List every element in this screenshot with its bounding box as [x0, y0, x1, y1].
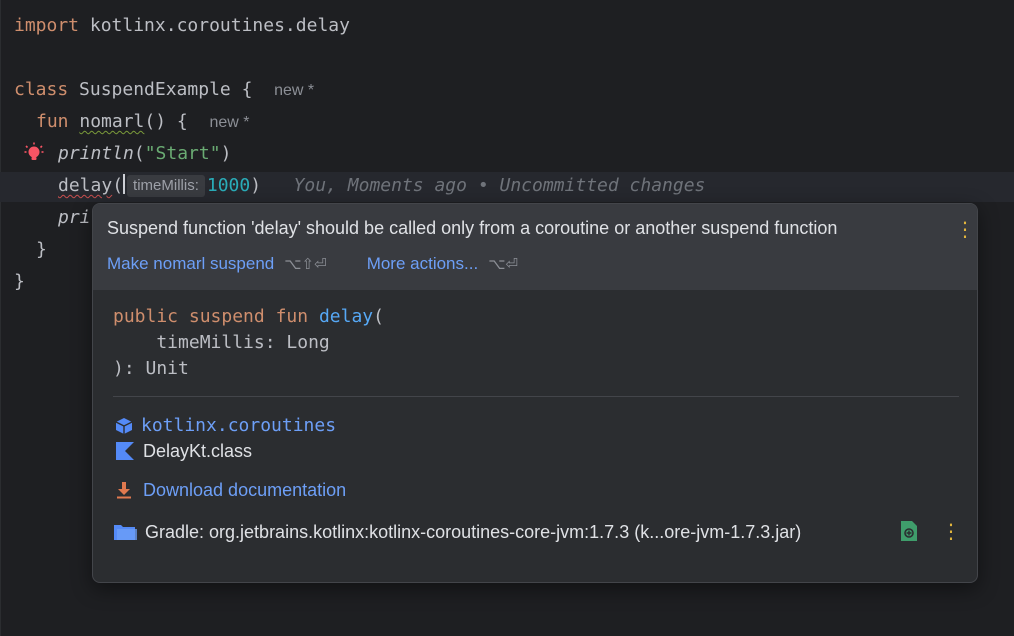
- function-name[interactable]: nomarl: [79, 111, 144, 132]
- section-divider: [113, 396, 959, 397]
- keyword: import: [14, 15, 80, 36]
- text-caret: [123, 174, 126, 194]
- make-suspend-action[interactable]: Make nomarl suspend: [107, 254, 274, 273]
- code-line-println[interactable]: println("Start"): [58, 140, 231, 168]
- more-actions-link[interactable]: More actions...: [367, 254, 479, 273]
- number-literal: 1000: [206, 175, 251, 196]
- function-call-error[interactable]: delay: [58, 175, 112, 196]
- class-file-name: DelayKt.class: [143, 441, 253, 461]
- package-link[interactable]: kotlinx.coroutines: [141, 414, 336, 438]
- download-row: Download documentation: [115, 478, 346, 502]
- library-folder-icon: [114, 525, 137, 540]
- keyword: fun: [36, 111, 69, 132]
- string-literal: "Start": [144, 143, 221, 164]
- lightbulb-icon[interactable]: [24, 142, 44, 166]
- problem-description: Suspend function 'delay' should be calle…: [107, 218, 838, 238]
- quick-fix-actions: Make nomarl suspend ⌥⇧⏎ More actions... ⌥⏎: [107, 252, 518, 276]
- code-line-delay[interactable]: delay(timeMillis: 1000) You, Moments ago …: [58, 172, 705, 200]
- problem-header: Suspend function 'delay' should be calle…: [93, 204, 977, 290]
- gutter-divider: [0, 0, 1, 636]
- quick-documentation-popup[interactable]: Suspend function 'delay' should be calle…: [92, 203, 978, 583]
- code-line-fun[interactable]: fun nomarl() { new *: [36, 108, 249, 136]
- function-call: println: [58, 143, 134, 164]
- download-icon: [117, 482, 131, 499]
- code-line-close-class[interactable]: }: [14, 268, 25, 296]
- vcs-new-hint[interactable]: new *: [274, 82, 314, 99]
- function-signature-doc: public suspend fun delay( timeMillis: Lo…: [113, 306, 384, 379]
- shortcut-hint: ⌥⇧⏎: [284, 255, 327, 273]
- function-call: pri: [58, 207, 91, 228]
- kotlin-file-icon: [116, 442, 134, 460]
- keyword: class: [14, 79, 69, 100]
- open-library-settings-icon[interactable]: [899, 520, 919, 542]
- git-blame-annotation[interactable]: You, Moments ago • Uncommitted changes: [294, 175, 706, 196]
- library-path: Gradle: org.jetbrains.kotlinx:kotlinx-co…: [145, 522, 802, 542]
- parameter-name-hint: timeMillis:: [127, 175, 205, 197]
- function-signature: () {: [144, 111, 188, 132]
- download-documentation-link[interactable]: Download documentation: [143, 478, 346, 502]
- package-icon: [115, 418, 133, 434]
- class-file-row: DelayKt.class: [115, 439, 252, 463]
- class-declaration: SuspendExample {: [68, 79, 253, 100]
- shortcut-hint: ⌥⏎: [488, 255, 519, 273]
- vcs-new-hint[interactable]: new *: [209, 114, 249, 131]
- import-path: kotlinx.coroutines.delay: [79, 15, 350, 36]
- code-line-close-fun[interactable]: }: [36, 236, 47, 264]
- library-options-icon[interactable]: ⋮: [941, 520, 961, 542]
- code-line-print[interactable]: pri: [58, 204, 91, 232]
- code-line-import[interactable]: import kotlinx.coroutines.delay: [14, 12, 350, 40]
- library-row: Gradle: org.jetbrains.kotlinx:kotlinx-co…: [113, 520, 801, 544]
- package-row: kotlinx.coroutines: [115, 414, 336, 438]
- code-line-class[interactable]: class SuspendExample { new *: [14, 76, 314, 104]
- more-options-icon[interactable]: ⋮: [955, 218, 975, 240]
